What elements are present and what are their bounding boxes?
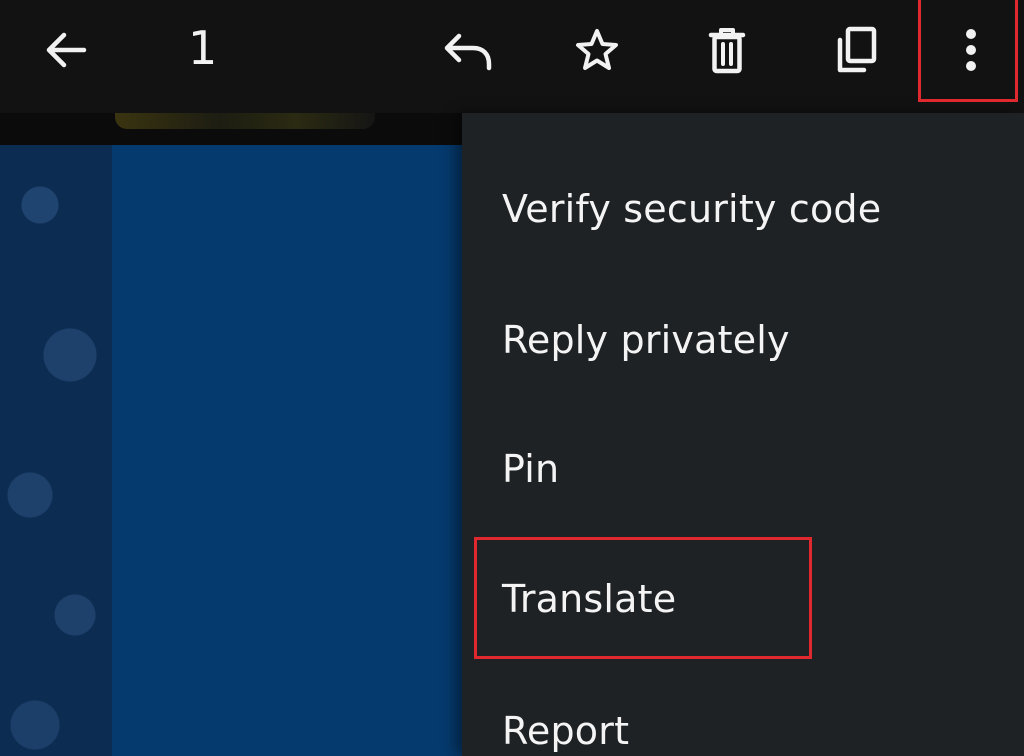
selected-count: 1 xyxy=(188,21,218,75)
copy-button[interactable] xyxy=(820,14,892,86)
menu-item-translate[interactable]: Translate xyxy=(462,551,1024,647)
menu-item-verify-security-code[interactable]: Verify security code xyxy=(462,161,1024,257)
reply-icon xyxy=(444,33,492,71)
copy-icon xyxy=(837,26,877,73)
selection-toolbar: 1 xyxy=(0,0,1024,113)
arrow-left-icon xyxy=(46,32,87,68)
more-options-button[interactable] xyxy=(935,14,1007,86)
menu-item-report[interactable]: Report xyxy=(462,683,1024,756)
back-button[interactable] xyxy=(30,14,102,86)
overflow-menu: Verify security code Reply privately Pin… xyxy=(462,113,1024,756)
media-preview-edge xyxy=(115,113,375,129)
reply-button[interactable] xyxy=(432,14,504,86)
menu-item-pin[interactable]: Pin xyxy=(462,421,1024,517)
selected-message[interactable] xyxy=(112,145,472,756)
star-icon xyxy=(576,29,618,70)
delete-button[interactable] xyxy=(691,14,763,86)
menu-item-reply-privately[interactable]: Reply privately xyxy=(462,292,1024,388)
screen: 1 Verify security code Reply privately P… xyxy=(0,0,1024,756)
chat-wallpaper xyxy=(0,145,112,756)
trash-icon xyxy=(708,28,746,74)
more-vertical-icon xyxy=(966,29,976,71)
star-button[interactable] xyxy=(561,14,633,86)
